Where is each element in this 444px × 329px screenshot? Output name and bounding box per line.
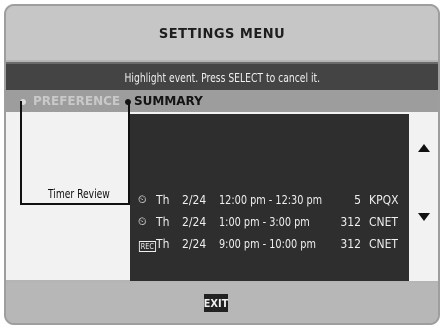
title-bar: SETTINGS MENU: [6, 6, 438, 60]
timer-row[interactable]: ⏲ Th 2/24 1:00 pm - 3:00 pm 312 CNET: [130, 212, 409, 232]
page-title: SETTINGS MENU: [158, 26, 286, 42]
breadcrumb-item-summary[interactable]: SUMMARY: [134, 94, 203, 108]
instruction-bar: Highlight event. Press SELECT to cancel …: [6, 62, 438, 90]
timer-callsign: CNET: [369, 215, 399, 229]
timer-callsign: CNET: [369, 237, 399, 251]
exit-button[interactable]: EXIT: [204, 294, 228, 312]
timer-list: ⏲ Th 2/24 12:00 pm - 12:30 pm 5 KPQX ⏲ T…: [130, 114, 409, 281]
timer-channel: 5: [354, 193, 361, 207]
timer-day: Th: [156, 193, 170, 207]
timer-callsign: KPQX: [369, 193, 399, 207]
timer-channel: 312: [340, 237, 361, 251]
timer-date: 2/24: [182, 237, 207, 251]
settings-menu-screen: SETTINGS MENU Highlight event. Press SEL…: [4, 4, 440, 325]
timer-day: Th: [156, 237, 170, 251]
footer-bar: EXIT: [6, 283, 438, 323]
clock-icon: ⏲: [138, 215, 147, 228]
instruction-text: Highlight event. Press SELECT to cancel …: [124, 69, 320, 85]
timer-date: 2/24: [182, 193, 207, 207]
rec-badge: REC: [138, 241, 156, 252]
timer-review-label[interactable]: Timer Review: [48, 187, 110, 201]
timer-time: 12:00 pm - 12:30 pm: [219, 193, 323, 207]
timer-time: 1:00 pm - 3:00 pm: [219, 215, 310, 229]
timer-channel: 312: [340, 215, 361, 229]
timer-date: 2/24: [182, 215, 207, 229]
timer-day: Th: [156, 215, 170, 229]
clock-icon: ⏲: [138, 193, 147, 206]
timer-time: 9:00 pm - 10:00 pm: [219, 237, 316, 251]
timer-row[interactable]: ⏲ Th 2/24 12:00 pm - 12:30 pm 5 KPQX: [130, 190, 409, 210]
triangle-up-icon[interactable]: [418, 144, 430, 152]
scroll-indicator: [409, 114, 438, 281]
timer-row[interactable]: REC Th 2/24 9:00 pm - 10:00 pm 312 CNET: [130, 234, 409, 254]
triangle-down-icon[interactable]: [418, 213, 430, 221]
